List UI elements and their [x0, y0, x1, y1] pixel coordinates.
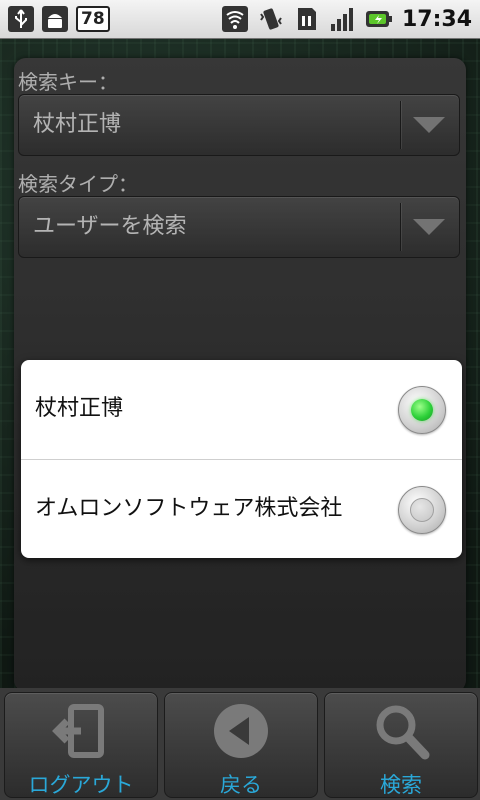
logout-button[interactable]: ログアウト: [4, 692, 158, 798]
radio-button-selected[interactable]: [398, 386, 446, 434]
search-button[interactable]: 検索: [324, 692, 478, 798]
back-label: 戻る: [220, 773, 262, 797]
radio-checked-indicator: [411, 399, 433, 421]
radio-unchecked-indicator: [410, 498, 434, 522]
charging-battery-icon: [365, 6, 392, 32]
status-bar: 78 17:34: [0, 0, 480, 39]
search-label: 検索: [380, 773, 422, 797]
dialog-option-company[interactable]: オムロンソフトウェア株式会社: [21, 460, 462, 558]
sim-card-icon: [294, 6, 320, 32]
usb-icon: [8, 6, 34, 32]
wifi-icon: [221, 6, 248, 32]
back-arrow-icon: [214, 704, 268, 758]
bottom-toolbar: ログアウト 戻る 検索: [0, 688, 480, 800]
signal-icon: [330, 6, 356, 32]
battery-level-badge: 78: [76, 6, 110, 32]
back-button[interactable]: 戻る: [164, 692, 318, 798]
dialog-option-user[interactable]: 杖村正博: [21, 360, 462, 458]
android-debug-icon: [42, 6, 68, 32]
search-icon: [376, 705, 430, 760]
option-label: オムロンソフトウェア株式会社: [35, 496, 343, 521]
option-label: 杖村正博: [35, 396, 124, 421]
selection-dialog: 杖村正博 オムロンソフトウェア株式会社: [21, 360, 462, 558]
logout-icon: [52, 704, 104, 758]
logout-label: ログアウト: [28, 773, 134, 797]
clock: 17:34: [401, 6, 472, 32]
radio-button-unselected[interactable]: [398, 486, 446, 534]
vibrate-icon: [258, 6, 284, 32]
